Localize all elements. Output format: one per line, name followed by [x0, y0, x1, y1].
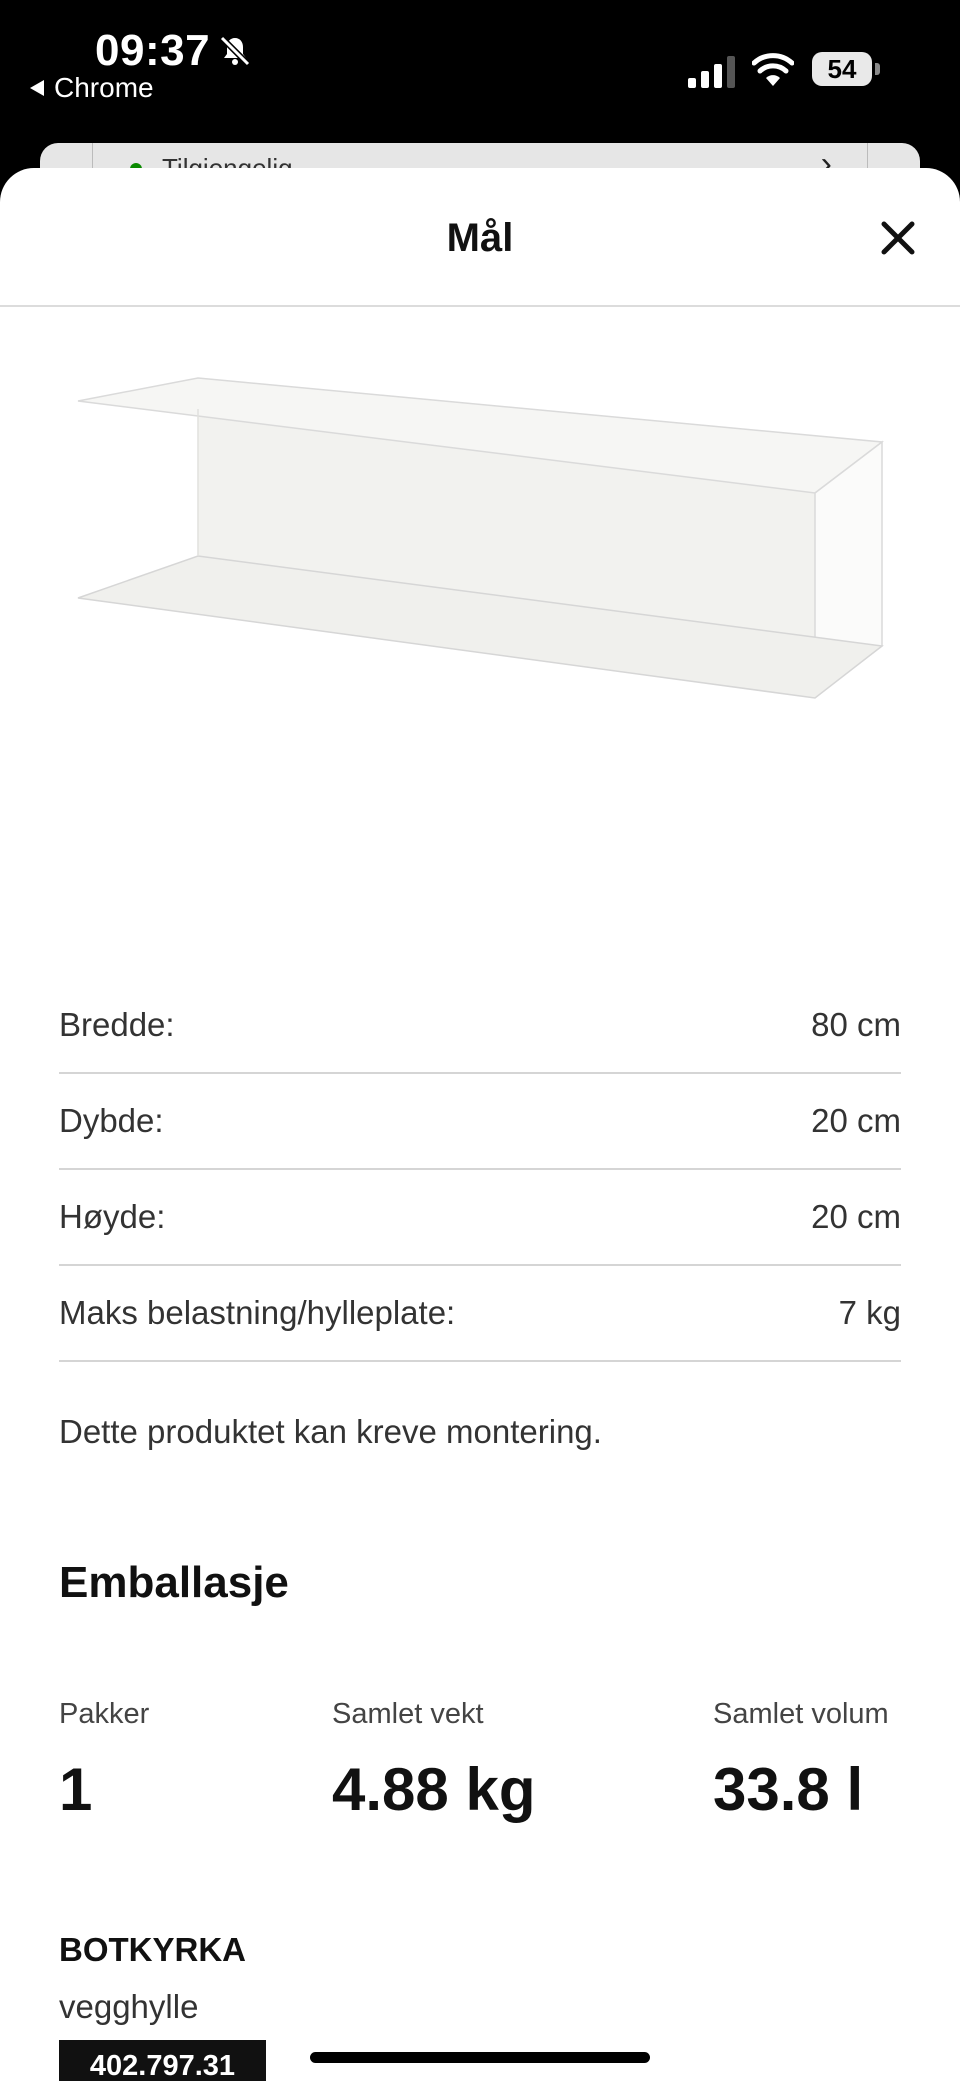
- dimension-row-max-load: Maks belastning/hylleplate: 7 kg: [59, 1266, 901, 1362]
- packages-value: 1: [59, 1756, 93, 1823]
- dimension-label: Maks belastning/hylleplate:: [59, 1294, 456, 1331]
- battery-cap: [875, 63, 880, 75]
- assembly-note: Dette produktet kan kreve montering.: [59, 1413, 602, 1450]
- cellular-signal-icon: [688, 56, 735, 88]
- home-indicator[interactable]: [310, 2052, 650, 2063]
- dimension-value: 20 cm: [811, 1198, 901, 1235]
- packages-stat: Pakker 1: [59, 1698, 149, 1824]
- battery-icon: 54: [812, 52, 880, 88]
- dimension-label: Dybde:: [59, 1102, 164, 1139]
- packages-label: Pakker: [59, 1698, 150, 1730]
- back-app-label: Chrome: [54, 72, 154, 103]
- weight-value: 4.88 kg: [332, 1756, 536, 1823]
- close-icon[interactable]: [876, 216, 920, 260]
- article-number-badge: 402.797.31: [59, 2040, 266, 2081]
- volume-value: 33.8 l: [713, 1756, 864, 1823]
- dimension-value: 80 cm: [811, 1006, 901, 1043]
- dimension-value: 20 cm: [811, 1102, 901, 1139]
- volume-stat: Samlet volum 33.8 l: [713, 1698, 889, 1824]
- dimension-row-height: Høyde: 20 cm: [59, 1170, 901, 1266]
- weight-stat: Samlet vekt 4.88 kg: [332, 1698, 535, 1824]
- dimensions-table: Bredde: 80 cm Dybde: 20 cm Høyde: 20 cm …: [59, 978, 901, 1362]
- dimension-row-width: Bredde: 80 cm: [59, 978, 901, 1074]
- battery-level: 54: [812, 52, 872, 86]
- wifi-icon: [752, 53, 794, 86]
- packaging-heading: Emballasje: [59, 1558, 289, 1607]
- bell-slash-icon: [219, 35, 251, 67]
- sheet-title: Mål: [446, 216, 514, 260]
- back-to-app-link[interactable]: Chrome: [30, 72, 154, 104]
- volume-label: Samlet volum: [713, 1698, 889, 1730]
- sheet-header: Mål: [0, 168, 960, 307]
- product-name: BOTKYRKA: [59, 1931, 246, 1968]
- back-triangle-icon: [30, 80, 44, 96]
- dimension-label: Bredde:: [59, 1006, 175, 1043]
- dimensions-sheet: Mål Bredde: 80 cm Dybde: 20 cm Høyde: 20…: [0, 168, 960, 2081]
- status-time: 09:37: [95, 26, 211, 75]
- status-bar: 09:37 Chrome 54: [0, 0, 960, 150]
- weight-label: Samlet vekt: [332, 1698, 484, 1730]
- dimension-label: Høyde:: [59, 1198, 166, 1235]
- product-type: vegghylle: [59, 1988, 199, 2025]
- dimension-value: 7 kg: [838, 1294, 901, 1331]
- product-image: [77, 377, 884, 699]
- dimension-row-depth: Dybde: 20 cm: [59, 1074, 901, 1170]
